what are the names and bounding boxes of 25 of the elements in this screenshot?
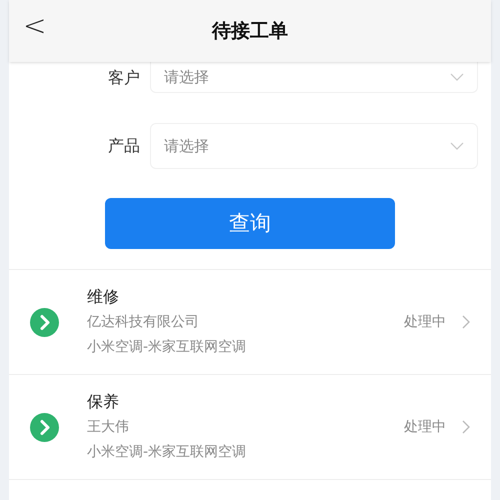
chevron-right-icon (462, 420, 470, 434)
select-placeholder: 请选择 (164, 66, 209, 88)
product-name: 小米空调-米家互联网空调 (87, 338, 248, 357)
select-field[interactable]: 请选择 (150, 123, 478, 169)
field-label: 产品 (107, 135, 141, 157)
order-item[interactable]: 维修 亿达科技有限公司 小米空调-米家互联网空调 处理中 (9, 270, 491, 375)
chevron-right-icon (462, 315, 470, 329)
select-placeholder: 请选择 (164, 136, 209, 157)
query-button[interactable]: 查询 (105, 198, 395, 249)
product-name: 小米空调-米家互联网空调 (87, 443, 248, 462)
back-button[interactable]: < (23, 12, 46, 40)
dropdown-chevron-icon (450, 73, 464, 81)
customer-name: 王大伟 (87, 418, 130, 437)
status-text: 处理中 (404, 418, 446, 436)
dropdown-chevron-icon (450, 142, 464, 150)
customer-name: 亿达科技有限公司 (87, 313, 200, 332)
order-item[interactable]: 保养 王大伟 小米空调-米家互联网空调 处理中 (9, 375, 491, 480)
arrow-circle-icon (30, 308, 59, 336)
status-text: 处理中 (404, 312, 446, 332)
select-field[interactable]: 请选择 (150, 62, 478, 93)
field-label: 客户 (107, 66, 141, 88)
page-title: 待接工单 (212, 18, 288, 44)
order-type: 保养 (87, 391, 120, 413)
arrow-circle-icon (30, 412, 59, 442)
order-type: 维修 (87, 286, 120, 308)
